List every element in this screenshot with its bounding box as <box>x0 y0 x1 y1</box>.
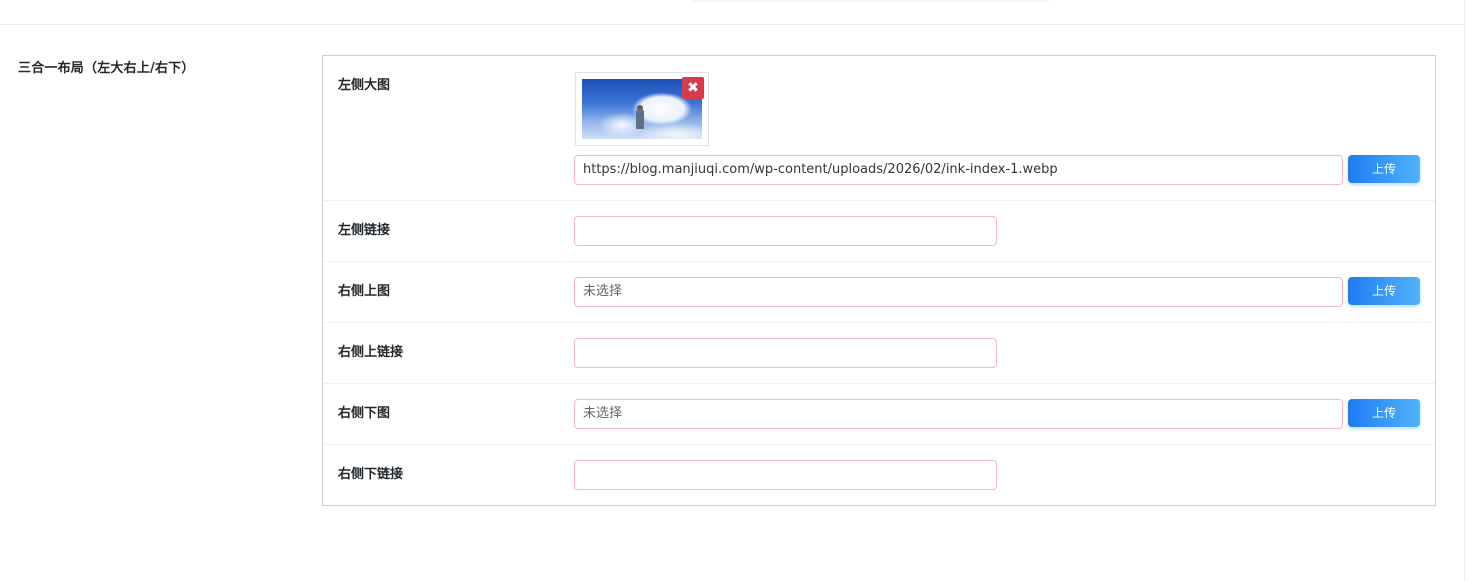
row-right-bottom-link: 右侧下链接 <box>323 445 1435 505</box>
left-image-url-input[interactable]: https://blog.manjiuqi.com/wp-content/upl… <box>574 155 1343 185</box>
right-top-link-label: 右侧上链接 <box>338 345 404 360</box>
right-bottom-link-input[interactable] <box>574 460 997 490</box>
left-image-preview: ✖ <box>575 72 709 146</box>
top-divider <box>0 24 1464 25</box>
right-top-link-input[interactable] <box>574 338 997 368</box>
row-left-image: 左侧大图 ✖ https://blog.manjiuqi.com/wp-cont… <box>323 56 1435 201</box>
section-title: 三合一布局（左大右上/右下） <box>18 61 195 76</box>
scroll-edge <box>1464 0 1465 581</box>
right-bottom-image-label: 右侧下图 <box>338 406 391 421</box>
right-bottom-image-input[interactable]: 未选择 <box>574 399 1343 429</box>
left-link-input[interactable] <box>574 216 997 246</box>
top-toolbar-shadow <box>690 0 1050 4</box>
left-image-upload-button[interactable]: 上传 <box>1348 155 1420 183</box>
three-in-one-layout-group: 左侧大图 ✖ https://blog.manjiuqi.com/wp-cont… <box>322 55 1436 506</box>
right-bottom-image-upload-button[interactable]: 上传 <box>1348 399 1420 427</box>
settings-page: 三合一布局（左大右上/右下） 左侧大图 ✖ https://blog.manji… <box>0 0 1473 581</box>
right-bottom-link-label: 右侧下链接 <box>338 467 404 482</box>
row-right-top-image: 右侧上图 未选择 上传 <box>323 262 1435 323</box>
left-link-label: 左侧链接 <box>338 223 391 238</box>
row-right-top-link: 右侧上链接 <box>323 323 1435 384</box>
row-right-bottom-image: 右侧下图 未选择 上传 <box>323 384 1435 445</box>
row-left-link: 左侧链接 <box>323 201 1435 262</box>
right-top-image-input[interactable]: 未选择 <box>574 277 1343 307</box>
right-top-image-label: 右侧上图 <box>338 284 391 299</box>
right-top-image-upload-button[interactable]: 上传 <box>1348 277 1420 305</box>
left-image-label: 左侧大图 <box>338 78 391 93</box>
preview-figure <box>636 109 644 129</box>
remove-image-button[interactable]: ✖ <box>682 77 704 99</box>
